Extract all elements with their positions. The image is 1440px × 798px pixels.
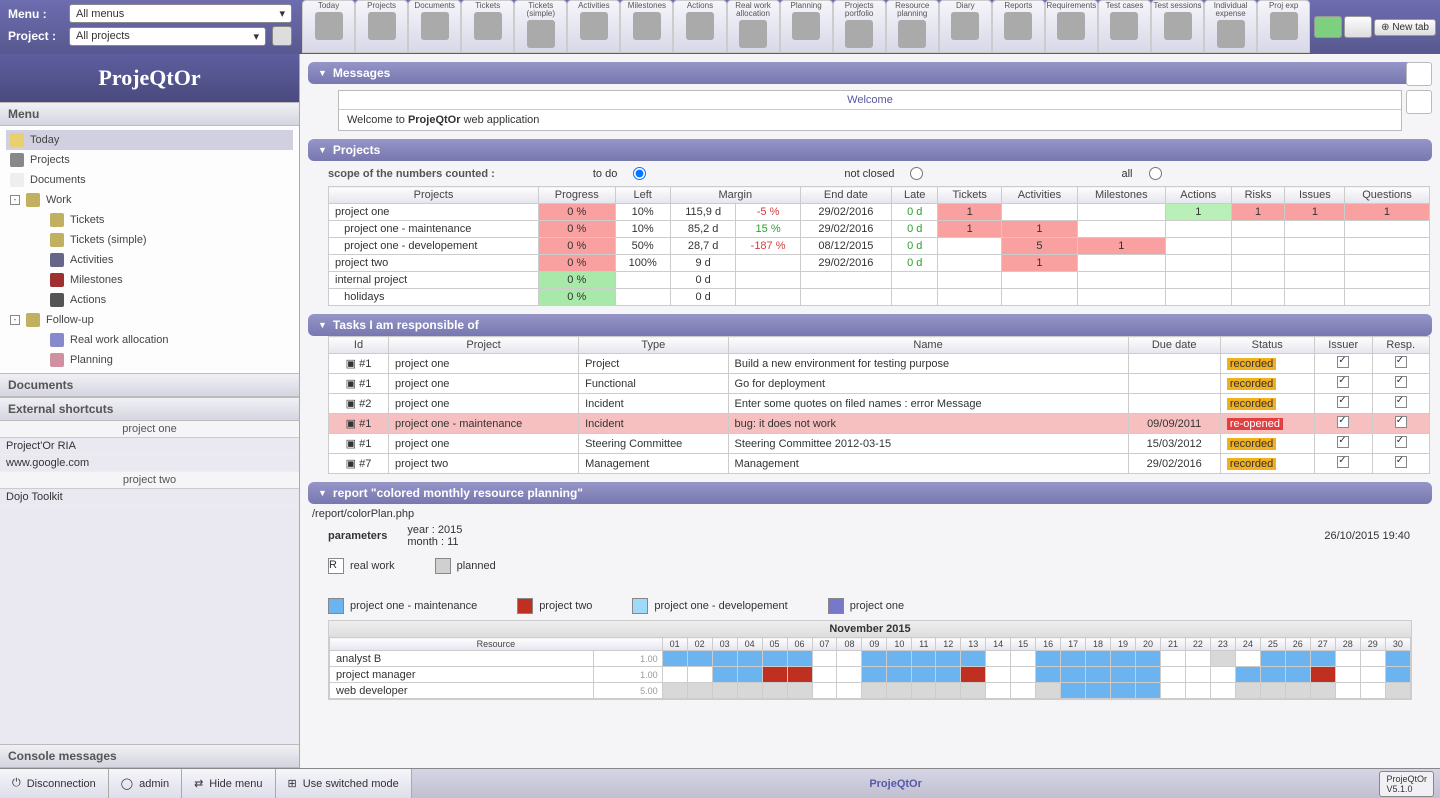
shortcut-link[interactable]: www.google.com bbox=[0, 455, 299, 472]
tree-rwa[interactable]: Real work allocation bbox=[6, 330, 293, 350]
shortcut-group: project two bbox=[0, 472, 299, 489]
disconnect-button[interactable]: ⏻ Disconnection bbox=[0, 769, 109, 798]
new-tab-button[interactable]: ⊕ New tab bbox=[1374, 19, 1436, 36]
tree-followup[interactable]: -Follow-up bbox=[6, 310, 293, 330]
tree-actions[interactable]: Actions bbox=[6, 290, 293, 310]
report-path: /report/colorPlan.php bbox=[308, 504, 1432, 524]
toolbar-actions[interactable]: Actions bbox=[673, 0, 726, 53]
print-icon[interactable] bbox=[1406, 90, 1432, 114]
project-label: Project : bbox=[8, 29, 63, 43]
tree-activities[interactable]: Activities bbox=[6, 250, 293, 270]
switched-mode-button[interactable]: ⊞ Use switched mode bbox=[276, 769, 412, 798]
toolbar-today[interactable]: Today bbox=[302, 0, 355, 53]
documents-panel-header[interactable]: Documents bbox=[0, 373, 299, 397]
projects-table: ProjectsProgressLeftMarginEnd dateLateTi… bbox=[328, 186, 1430, 306]
shortcut-link[interactable]: Dojo Toolkit bbox=[0, 489, 299, 506]
scope-todo-radio[interactable] bbox=[633, 167, 646, 180]
toolbar-real-work-allocation[interactable]: Real work allocation bbox=[727, 0, 780, 53]
toolbar-documents[interactable]: Documents bbox=[408, 0, 461, 53]
toolbar-projects[interactable]: Projects bbox=[355, 0, 408, 53]
project-row[interactable]: project one0 %10%115,9 d-5 %29/02/20160 … bbox=[329, 204, 1430, 221]
project-row[interactable]: holidays0 %0 d bbox=[329, 289, 1430, 306]
project-row[interactable]: internal project0 %0 d bbox=[329, 272, 1430, 289]
console-panel-header[interactable]: Console messages bbox=[0, 744, 299, 768]
tasks-section-header[interactable]: Tasks I am responsible of bbox=[308, 314, 1432, 336]
left-panel: ProjeQtOr Menu Today Projects Documents … bbox=[0, 54, 300, 768]
gantt-chart: November 2015 Resource010203040506070809… bbox=[328, 620, 1412, 700]
toolbar-reports[interactable]: Reports bbox=[992, 0, 1045, 53]
task-row[interactable]: ▣ #7project twoManagementManagement29/02… bbox=[329, 454, 1430, 474]
project-row[interactable]: project one - maintenance0 %10%85,2 d15 … bbox=[329, 221, 1430, 238]
task-row[interactable]: ▣ #2project oneIncidentEnter some quotes… bbox=[329, 394, 1430, 414]
version-badge: ProjeQtOrV5.1.0 bbox=[1379, 771, 1434, 797]
parameters-label: parameters bbox=[328, 524, 387, 542]
toolbar-proj-exp[interactable]: Proj exp bbox=[1257, 0, 1310, 53]
scope-label: scope of the numbers counted : bbox=[328, 168, 495, 180]
toolbar-tickets[interactable]: Tickets bbox=[461, 0, 514, 53]
menu-panel-header: Menu bbox=[0, 102, 299, 126]
welcome-text: Welcome to ProjeQtOr web application bbox=[339, 110, 1401, 130]
tree-work[interactable]: -Work bbox=[6, 190, 293, 210]
toolbar-projects-portfolio[interactable]: Projects portfolio bbox=[833, 0, 886, 53]
tree-tickets[interactable]: Tickets bbox=[6, 210, 293, 230]
project-row[interactable]: project one - developement0 %50%28,7 d-1… bbox=[329, 238, 1430, 255]
toolbar-test-cases[interactable]: Test cases bbox=[1098, 0, 1151, 53]
shortcut-link[interactable]: Project'Or RIA bbox=[0, 438, 299, 455]
edit-icon[interactable] bbox=[1406, 62, 1432, 86]
menu-label: Menu : bbox=[8, 7, 63, 21]
task-row[interactable]: ▣ #1project oneSteering CommitteeSteerin… bbox=[329, 434, 1430, 454]
top-toolbar: Menu : All menus▾ Project : All projects… bbox=[0, 0, 1440, 54]
scope-notclosed-radio[interactable] bbox=[910, 167, 923, 180]
menu-select[interactable]: All menus▾ bbox=[69, 4, 292, 23]
report-section-header[interactable]: report "colored monthly resource plannin… bbox=[308, 482, 1432, 504]
report-date: 26/10/2015 19:40 bbox=[1324, 524, 1432, 542]
project-select[interactable]: All projects▾ bbox=[69, 27, 266, 46]
edit-icon[interactable] bbox=[272, 26, 292, 46]
shortcut-group: project one bbox=[0, 421, 299, 438]
footer-title: ProjeQtOr bbox=[412, 778, 1380, 790]
task-row[interactable]: ▣ #1project one - maintenanceIncidentbug… bbox=[329, 414, 1430, 434]
messages-section-header[interactable]: Messages bbox=[308, 62, 1432, 84]
content-area: Messages Welcome Welcome to ProjeQtOr we… bbox=[300, 54, 1440, 768]
admin-button[interactable]: ◯ admin bbox=[109, 769, 182, 798]
welcome-header: Welcome bbox=[339, 91, 1401, 110]
task-row[interactable]: ▣ #1project oneProjectBuild a new enviro… bbox=[329, 354, 1430, 374]
projects-section-header[interactable]: Projects bbox=[308, 139, 1432, 161]
hide-menu-button[interactable]: ⇄ Hide menu bbox=[182, 769, 275, 798]
tree-planning[interactable]: Planning bbox=[6, 350, 293, 370]
logo: ProjeQtOr bbox=[0, 54, 299, 102]
forward-button[interactable] bbox=[1344, 16, 1372, 38]
tree-documents[interactable]: Documents bbox=[6, 170, 293, 190]
task-row[interactable]: ▣ #1project oneFunctionalGo for deployme… bbox=[329, 374, 1430, 394]
toolbar-requirements[interactable]: Requirements bbox=[1045, 0, 1098, 53]
toolbar-milestones[interactable]: Milestones bbox=[620, 0, 673, 53]
project-row[interactable]: project two0 %100%9 d29/02/20160 d1 bbox=[329, 255, 1430, 272]
footer: ⏻ Disconnection ◯ admin ⇄ Hide menu ⊞ Us… bbox=[0, 768, 1440, 798]
scope-all-radio[interactable] bbox=[1149, 167, 1162, 180]
toolbar-resource-planning[interactable]: Resource planning bbox=[886, 0, 939, 53]
back-button[interactable] bbox=[1314, 16, 1342, 38]
toolbar-tickets-simple-[interactable]: Tickets (simple) bbox=[514, 0, 567, 53]
nav-tree: Today Projects Documents -Work Tickets T… bbox=[0, 126, 299, 373]
tree-today[interactable]: Today bbox=[6, 130, 293, 150]
toolbar-test-sessions[interactable]: Test sessions bbox=[1151, 0, 1204, 53]
tree-projects[interactable]: Projects bbox=[6, 150, 293, 170]
tree-milestones[interactable]: Milestones bbox=[6, 270, 293, 290]
tasks-table: IdProjectTypeNameDue dateStatusIssuerRes… bbox=[328, 336, 1430, 474]
toolbar-activities[interactable]: Activities bbox=[567, 0, 620, 53]
tree-tickets-simple[interactable]: Tickets (simple) bbox=[6, 230, 293, 250]
toolbar-individual-expense[interactable]: Individual expense bbox=[1204, 0, 1257, 53]
toolbar-diary[interactable]: Diary bbox=[939, 0, 992, 53]
toolbar-planning[interactable]: Planning bbox=[780, 0, 833, 53]
shortcuts-panel-header[interactable]: External shortcuts bbox=[0, 397, 299, 421]
